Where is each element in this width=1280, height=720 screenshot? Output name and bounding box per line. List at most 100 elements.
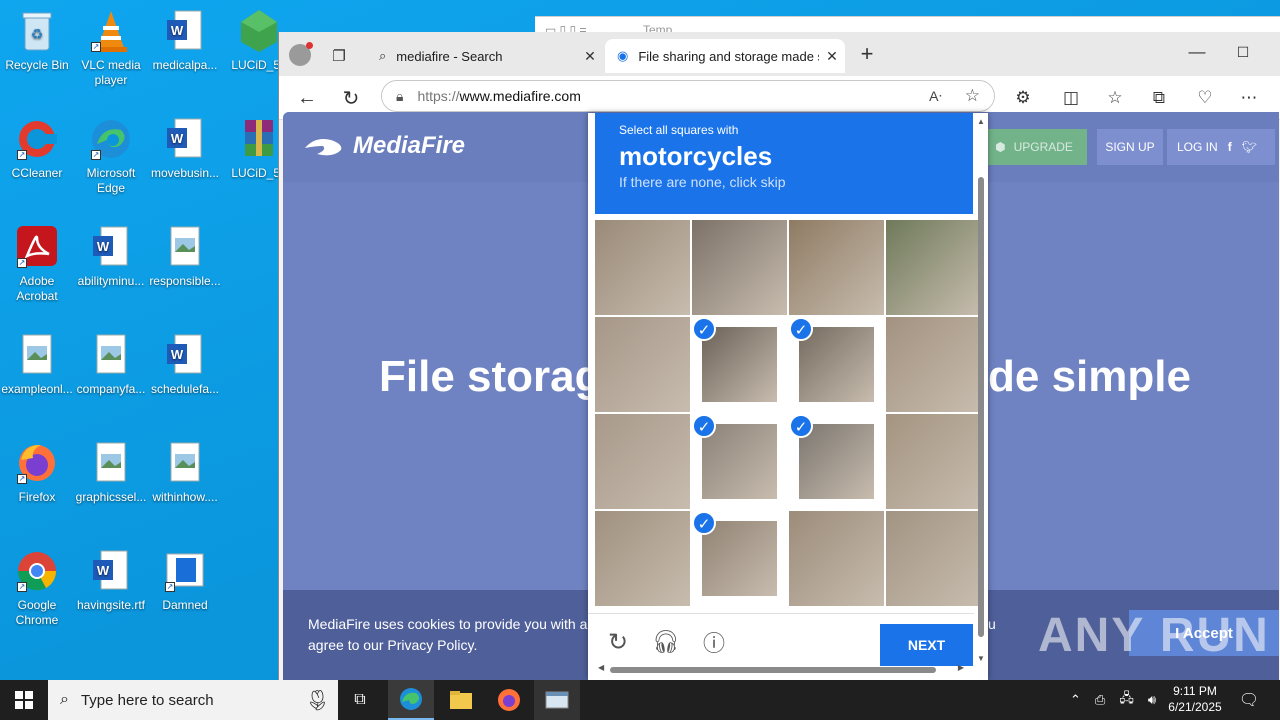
info-icon[interactable]: ⓘ [698, 626, 730, 658]
captcha-tile[interactable] [789, 511, 884, 606]
favorites-icon[interactable]: ☆ [1099, 82, 1131, 114]
split-screen-icon[interactable]: ◫ [1055, 82, 1087, 114]
log-in-button[interactable]: LOG IN f 🐦︎ [1167, 129, 1275, 165]
desktop-icon-abilityminu[interactable]: W abilityminu... [74, 224, 148, 289]
refresh-icon[interactable]: ↻ [335, 82, 367, 114]
settings-more-icon[interactable]: ⋯ [1233, 82, 1265, 114]
cookie-text-line2: agree to our Privacy Policy. [308, 637, 478, 653]
refresh-challenge-icon[interactable]: ↻ [602, 626, 634, 658]
url-host: www.mediafire.com [459, 88, 581, 104]
desktop-icon-companyfa[interactable]: companyfa... [74, 332, 148, 397]
taskbar-search-box[interactable]: ⌕ Type here to search 🌷︎ [48, 680, 338, 720]
window-app-icon: ↗ [163, 548, 207, 594]
captcha-tile[interactable]: ✓ [692, 414, 787, 509]
mediafire-logo[interactable]: MediaFire [303, 132, 465, 160]
desktop-icon-vlc[interactable]: ↗ VLC media player [74, 8, 148, 88]
maximize-icon[interactable]: ☐ [1227, 36, 1259, 68]
desktop-icon-movebusin[interactable]: W movebusin... [148, 116, 222, 181]
audio-challenge-icon[interactable]: 🎧︎ [650, 626, 682, 658]
svg-text:W: W [171, 347, 184, 362]
captcha-tile[interactable] [595, 317, 690, 412]
tab-mediafire[interactable]: ◉ File sharing and storage made simple ✕ [605, 39, 845, 73]
captcha-tile[interactable] [692, 220, 787, 315]
tile-selected-check-icon: ✓ [692, 511, 716, 535]
extensions-icon[interactable]: ⚙ [1007, 82, 1039, 114]
tab-mediafire-search[interactable]: ⌕ mediafire - Search ✕ [367, 39, 603, 73]
captcha-tile[interactable]: ✓ [692, 317, 787, 412]
facebook-icon[interactable]: f [1228, 140, 1232, 154]
captcha-horizontal-scrollbar[interactable]: ◀ ▶ [598, 663, 964, 675]
desktop-icon-damned[interactable]: ↗ Damned [148, 548, 222, 613]
taskbar-firefox[interactable] [486, 680, 532, 720]
taskbar-edge[interactable] [388, 680, 434, 720]
desktop-icon-responsible[interactable]: responsible... [148, 224, 222, 289]
profile-avatar[interactable] [289, 42, 313, 66]
desktop-icon-firefox[interactable]: ↗ Firefox [0, 440, 74, 505]
browser-essentials-icon[interactable]: ♡ [1189, 82, 1221, 114]
desktop-icon-chrome[interactable]: ↗ Google Chrome [0, 548, 74, 628]
desktop-icon-schedulefa[interactable]: W schedulefa... [148, 332, 222, 397]
new-tab-icon[interactable]: + [851, 38, 883, 70]
upgrade-button[interactable]: ⬢ UPGRADE [981, 129, 1087, 165]
back-icon[interactable]: ← [291, 82, 323, 114]
captcha-tile-image [595, 317, 690, 412]
desktop-icon-recycle-bin[interactable]: ♻ Recycle Bin [0, 8, 74, 73]
desktop-icon-withinhow[interactable]: withinhow.... [148, 440, 222, 505]
tab-actions-icon[interactable]: ❐ [323, 40, 355, 72]
captcha-tile[interactable] [886, 317, 981, 412]
taskbar-app-window[interactable] [534, 680, 580, 720]
desktop-icon-acrobat[interactable]: ↗ Adobe Acrobat [0, 224, 74, 304]
desktop-icon-graphicssel[interactable]: graphicssel... [74, 440, 148, 505]
captcha-hint: If there are none, click skip [619, 174, 786, 190]
volume-icon[interactable]: 🔊︎ [1148, 692, 1156, 708]
captcha-tile[interactable] [595, 511, 690, 606]
show-hidden-icons-icon[interactable]: ⌃ [1070, 692, 1081, 708]
word-doc-icon: W [89, 224, 133, 270]
read-aloud-icon[interactable]: Aᐧ [929, 88, 942, 105]
desktop-icon-exampleonl[interactable]: exampleonl... [0, 332, 74, 397]
address-bar[interactable]: 🔒︎ https:// www.mediafire.com Aᐧ ☆ [381, 80, 995, 112]
taskbar-clock[interactable]: 9:11 PM 6/21/2025 [1160, 683, 1230, 715]
notifications-icon[interactable]: 🗨︎ [1234, 680, 1264, 720]
close-tab-icon[interactable]: ✕ [577, 48, 603, 65]
close-tab-icon[interactable]: ✕ [819, 48, 845, 65]
captcha-tile[interactable] [595, 414, 690, 509]
network-icon[interactable]: 🖧︎ [1119, 689, 1134, 711]
scrollbar-thumb[interactable] [978, 177, 984, 637]
captcha-tile[interactable] [886, 414, 981, 509]
image-file-icon [89, 332, 133, 378]
captcha-tile-image [789, 511, 884, 606]
minimize-icon[interactable]: — [1181, 36, 1213, 68]
twitter-icon[interactable]: 🐦︎ [1242, 140, 1257, 154]
url-scheme: https:// [417, 88, 460, 104]
acrobat-icon: ↗ [15, 224, 59, 270]
sign-up-button[interactable]: SIGN UP [1097, 129, 1163, 165]
collections-icon[interactable]: ⧉ [1143, 82, 1175, 114]
search-icon: ⌕ [60, 691, 69, 708]
captcha-vertical-scrollbar[interactable]: ▲ ▼ [976, 117, 986, 663]
captcha-tile[interactable]: ✓ [789, 317, 884, 412]
captcha-tile[interactable]: ✓ [789, 414, 884, 509]
captcha-tile-image [886, 317, 981, 412]
start-button[interactable] [0, 680, 48, 720]
horizontal-scrollbar-thumb[interactable] [610, 667, 936, 673]
desktop-icon-medicalpa[interactable]: W medicalpa... [148, 8, 222, 73]
desktop-icon-havingsite[interactable]: W havingsite.rtf [74, 548, 148, 613]
scroll-right-icon[interactable]: ▶ [958, 663, 964, 672]
captcha-tile[interactable] [886, 511, 981, 606]
scroll-left-icon[interactable]: ◀ [598, 663, 604, 672]
captcha-tile[interactable] [595, 220, 690, 315]
taskbar-file-explorer[interactable] [438, 680, 484, 720]
captcha-tile[interactable] [886, 220, 981, 315]
scroll-down-icon[interactable]: ▼ [977, 654, 985, 663]
captcha-tile[interactable]: ✓ [692, 511, 787, 606]
captcha-tile[interactable] [789, 220, 884, 315]
desktop-icon-edge[interactable]: ↗ Microsoft Edge [74, 116, 148, 196]
device-icon[interactable]: ⎙ [1095, 692, 1105, 708]
favorite-star-icon[interactable]: ☆ [965, 86, 980, 106]
scroll-up-icon[interactable]: ▲ [977, 117, 985, 126]
next-button[interactable]: NEXT [880, 624, 973, 666]
desktop-icon-ccleaner[interactable]: ↗ CCleaner [0, 116, 74, 181]
captcha-tile-image [886, 220, 981, 315]
task-view-icon[interactable]: ⧉ [340, 680, 380, 720]
